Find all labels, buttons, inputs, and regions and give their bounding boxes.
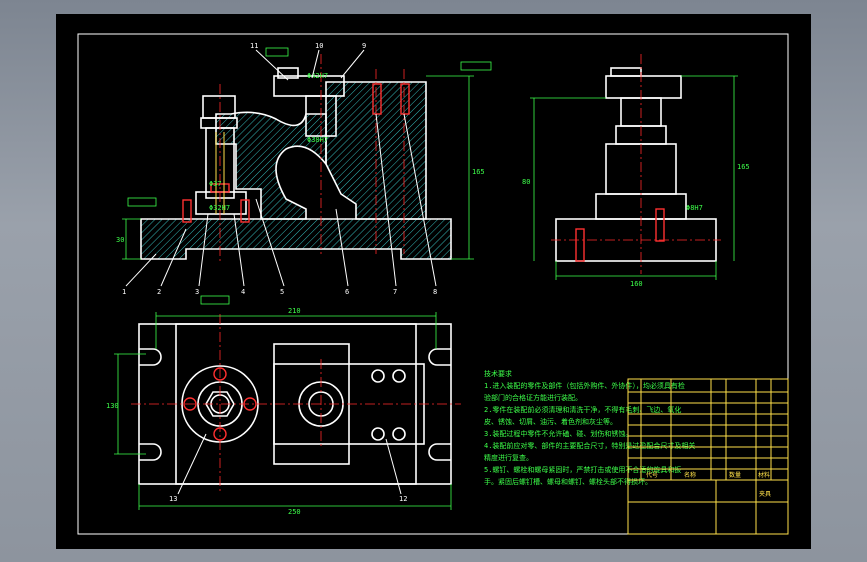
front-view: 30 165 Φ42H7 Φ38H7 Φ37 Φ32H7 1 2 3 4 5 6… [116, 42, 492, 305]
part-number: 7 [393, 288, 397, 296]
notes-line: 2.零件在装配前必须清理和清洗干净，不得有毛刺、飞边、氧化 [484, 405, 681, 414]
top-dim-top-width: 210 [288, 307, 301, 315]
dim-phi-top: Φ42H7 [307, 72, 328, 80]
part-number: 9 [362, 42, 366, 50]
notes-line: 验部门的合格证方能进行装配。 [484, 393, 582, 402]
bom-header-code: 代号 [646, 471, 658, 479]
top-view: 210 250 130 13 12 [106, 307, 461, 516]
main-title: 夹具 [759, 490, 771, 498]
part-number: 13 [169, 495, 177, 503]
part-number: 5 [280, 288, 284, 296]
notes-line: 皮、锈蚀、切屑、油污、着色剂和灰尘等。 [484, 417, 617, 426]
dim-left-height: 30 [116, 236, 124, 244]
bom-header-material: 材料 [758, 471, 770, 479]
dim-phi-bottom: Φ32H7 [209, 204, 230, 212]
side-dim-height-right: 165 [737, 163, 750, 171]
part-number: 8 [433, 288, 437, 296]
notes-line: 4.装配前应对零、部件的主要配合尺寸，特别是过盈配合尺寸及相关 [484, 441, 695, 450]
dim-phi-mid: Φ38H7 [307, 136, 328, 144]
top-dim-bottom-width: 250 [288, 508, 301, 516]
part-number: 11 [250, 42, 258, 50]
bom-header-qty: 数量 [729, 471, 741, 479]
engineering-drawing: 30 165 Φ42H7 Φ38H7 Φ37 Φ32H7 1 2 3 4 5 6… [77, 33, 789, 535]
side-dim-height-left: 80 [522, 178, 530, 186]
notes-line: 1.进入装配的零件及部件（包括外购件、外协件），均必须具有检 [484, 381, 685, 390]
notes-line: 手。紧固后螺钉槽、螺母和螺钉、螺栓头部不得损坏。 [484, 477, 652, 486]
dim-phi-bolt: Φ37 [209, 180, 222, 188]
side-dim-width: 160 [630, 280, 643, 288]
part-number: 3 [195, 288, 199, 296]
part-number: 10 [315, 42, 323, 50]
top-dim-left-height: 130 [106, 402, 119, 410]
part-number: 4 [241, 288, 245, 296]
base-section [140, 218, 452, 260]
side-dim-small: Φ8H7 [686, 204, 703, 212]
dim-right-height: 165 [472, 168, 485, 176]
notes-line: 精度进行复查。 [484, 453, 533, 462]
notes-title: 技术要求 [484, 369, 512, 378]
cad-viewport[interactable]: 30 165 Φ42H7 Φ38H7 Φ37 Φ32H7 1 2 3 4 5 6… [56, 14, 811, 549]
part-number: 12 [399, 495, 407, 503]
title-block: 代号 名称 数量 材料 夹具 [627, 378, 789, 535]
bom-header-name: 名称 [684, 471, 696, 479]
notes-line: 3.装配过程中零件不允许磕、碰、划伤和锈蚀。 [484, 429, 632, 438]
part-number: 6 [345, 288, 349, 296]
technical-notes: 技术要求 1.进入装配的零件及部件（包括外购件、外协件），均必须具有检 验部门的… [484, 369, 695, 486]
part-number: 1 [122, 288, 126, 296]
part-number: 2 [157, 288, 161, 296]
side-view: 160 80 165 Φ8H7 [522, 54, 750, 288]
